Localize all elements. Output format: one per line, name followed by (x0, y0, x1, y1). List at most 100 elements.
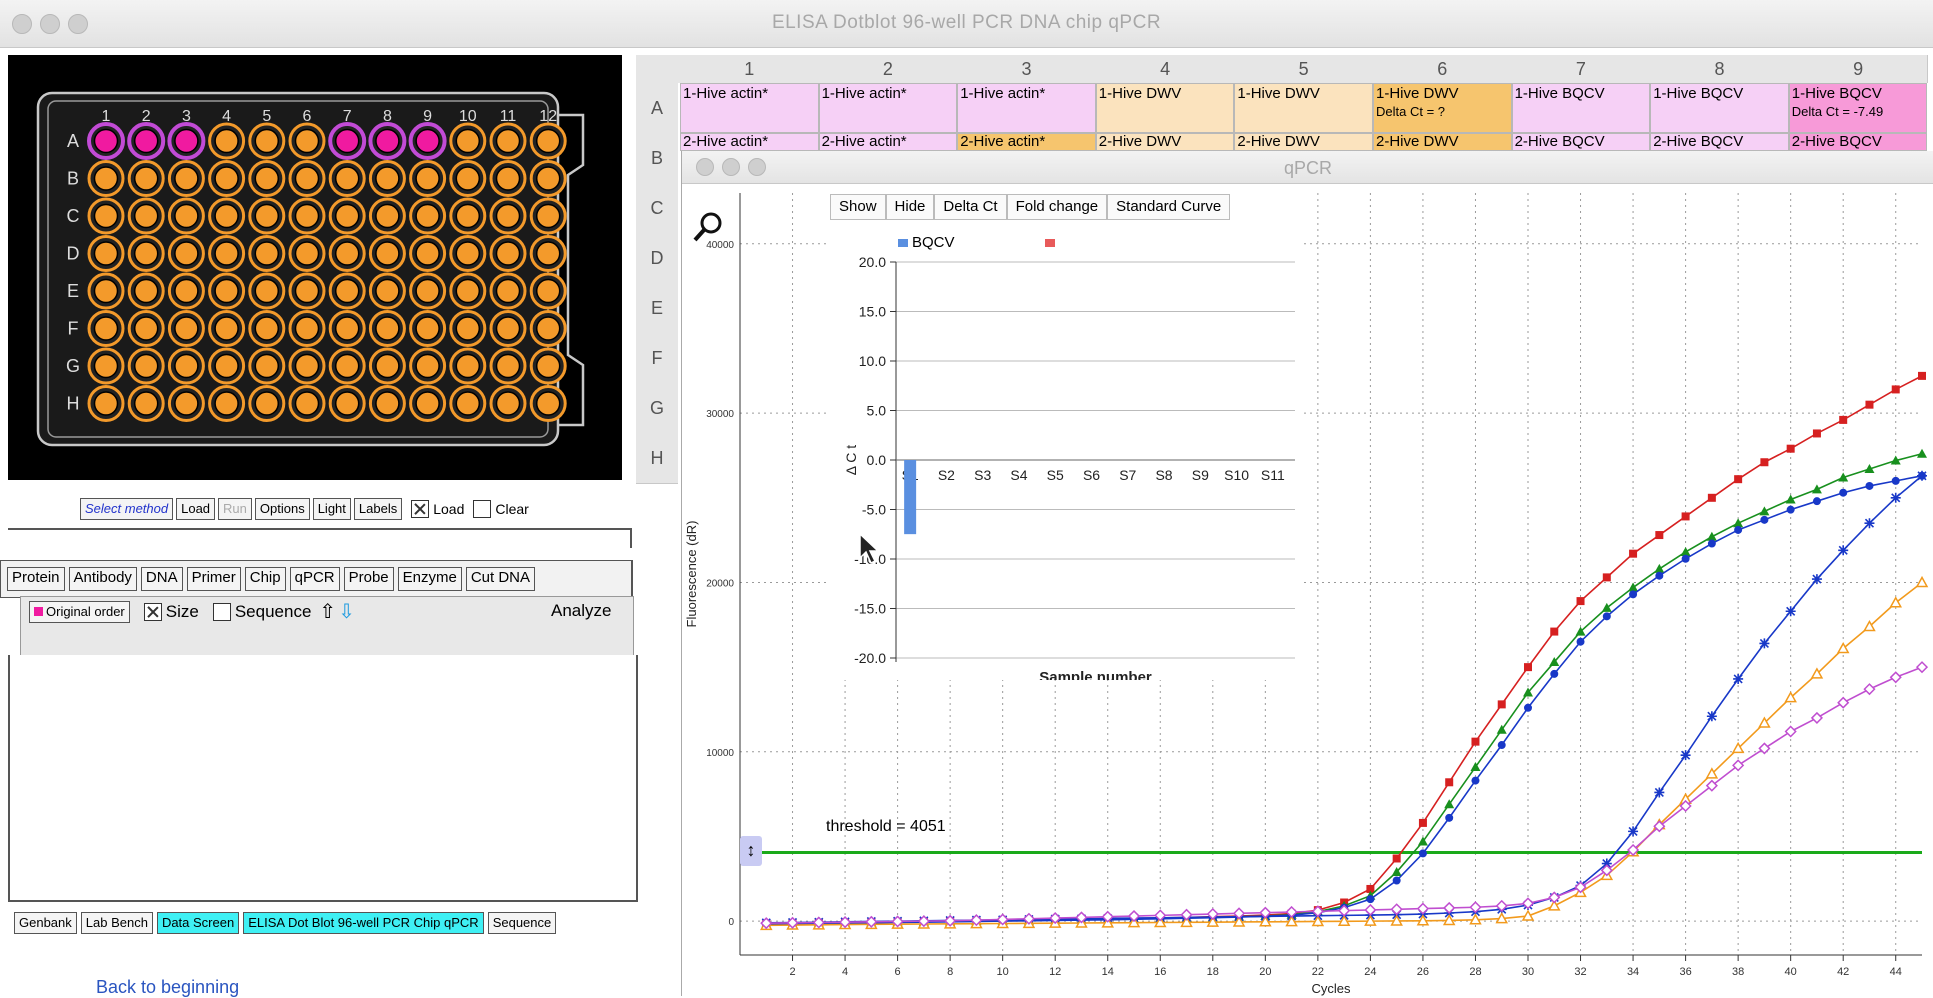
size-checkbox[interactable] (143, 602, 162, 621)
sheet-cell[interactable]: 2-Hive actin* (680, 133, 819, 151)
magnifier-icon[interactable] (691, 209, 727, 245)
inset-y-tick-label: 0.0 (867, 452, 887, 468)
plate-well (167, 235, 205, 272)
arrow-up-icon[interactable]: ⇧ (319, 599, 336, 624)
category-button-enzyme[interactable]: Enzyme (397, 567, 462, 591)
lab-bench-button[interactable]: Lab Bench (80, 912, 153, 934)
arrow-down-icon[interactable]: ⇩ (338, 599, 355, 624)
sequence-checkbox-wrap[interactable]: Sequence ⇧ ⇩ (212, 599, 355, 624)
sheet-column-header[interactable]: 3 (957, 55, 1097, 83)
tab-standard-curve[interactable]: Standard Curve (1107, 194, 1231, 220)
clear-checkbox-wrap[interactable]: Clear (473, 500, 529, 518)
plate-well (449, 197, 487, 235)
sheet-column-header[interactable]: 4 (1095, 55, 1236, 83)
sheet-cell[interactable]: 2-Hive DWV (1234, 133, 1373, 151)
sheet-column-header[interactable]: 5 (1234, 55, 1374, 83)
plate-well (449, 122, 487, 160)
plate-row-label: H (67, 394, 80, 414)
sheet-row-header[interactable]: C (636, 183, 678, 234)
analyze-button[interactable]: Analyze (551, 601, 611, 621)
sheet-column-header[interactable]: 7 (1511, 55, 1652, 83)
sheet-column-header[interactable]: 8 (1650, 55, 1790, 83)
sheet-cell[interactable]: 1-Hive BQCV (1650, 83, 1789, 133)
category-button-probe[interactable]: Probe (343, 567, 394, 591)
sheet-cell[interactable]: 2-Hive actin* (818, 133, 958, 151)
sheet-row-header[interactable]: F (636, 333, 678, 384)
cell-text: 1-Hive actin* (960, 85, 1046, 102)
category-button-cut-dna[interactable]: Cut DNA (465, 567, 536, 591)
threshold-drag-handle-icon[interactable]: ↕ (740, 836, 762, 866)
clear-checkbox[interactable] (473, 500, 492, 518)
plate-well (489, 160, 527, 197)
sheet-cell[interactable]: 1-Hive actin* (680, 83, 819, 133)
tab-delta-ct[interactable]: Delta Ct (934, 194, 1007, 220)
tab-fold-change[interactable]: Fold change (1006, 194, 1108, 220)
delta-ct-panel: Show Hide Delta Ct Fold change Standard Curv… (830, 190, 1300, 680)
sheet-cell[interactable]: 2-Hive DWV (1095, 133, 1235, 151)
data-screen-button[interactable]: Data Screen (156, 912, 240, 934)
well-fill (93, 203, 119, 229)
category-button-primer[interactable]: Primer (186, 567, 241, 591)
run-button[interactable]: Run (218, 498, 252, 520)
sheet-row-header[interactable]: G (636, 383, 678, 434)
sheet-cell[interactable]: 2-Hive DWV (1373, 133, 1512, 151)
load-checkbox-wrap[interactable]: Load (411, 500, 464, 518)
category-button-antibody[interactable]: Antibody (68, 567, 137, 591)
sheet-row-header[interactable]: H (636, 433, 678, 484)
sheet-cell[interactable]: 1-Hive DWV (1234, 83, 1373, 133)
sheet-row-header[interactable]: D (636, 233, 678, 284)
x-tick-label: 34 (1627, 966, 1639, 978)
sheet-row-header[interactable]: B (636, 133, 678, 184)
sheet-cell[interactable]: 2-Hive actin* (957, 133, 1096, 151)
data-point (1445, 813, 1454, 822)
options-button[interactable]: Options (254, 498, 310, 520)
sheet-cell[interactable]: 2-Hive BQCV (1650, 133, 1789, 151)
sheet-column-header[interactable]: 1 (680, 55, 820, 83)
sheet-cell[interactable]: 2-Hive BQCV (1788, 133, 1928, 151)
plate-well (288, 235, 326, 272)
sheet-row-header[interactable]: E (636, 283, 678, 334)
tab-hide[interactable]: Hide (885, 194, 935, 220)
sheet-cell[interactable]: 1-Hive BQCV Delta Ct = -7.49 (1788, 83, 1928, 133)
load-button[interactable]: Load (176, 498, 216, 520)
back-to-beginning-link[interactable]: Back to beginning (96, 977, 239, 998)
plate-well (328, 272, 366, 310)
plate-well (248, 347, 286, 385)
tab-show[interactable]: Show (830, 194, 886, 220)
sheet-cell[interactable]: 1-Hive actin* (818, 83, 958, 133)
sequence-checkbox[interactable] (212, 602, 231, 621)
sheet-column-header[interactable]: 9 (1788, 55, 1929, 83)
plate-well (449, 310, 487, 347)
load-checkbox[interactable] (411, 500, 430, 518)
assay-tabs-button[interactable]: ELISA Dot Blot 96-well PCR Chip qPCR (243, 912, 484, 934)
sequence-button[interactable]: Sequence (487, 912, 557, 934)
sheet-row-header[interactable]: A (636, 83, 678, 134)
well-fill (415, 203, 440, 229)
well-fill (415, 391, 440, 416)
data-point (1891, 476, 1900, 485)
category-button-protein[interactable]: Protein (7, 567, 65, 591)
plate-row-label: C (67, 206, 80, 226)
sheet-cell[interactable]: 1-Hive actin* (957, 83, 1096, 133)
original-order-button[interactable]: Original order (29, 600, 130, 623)
data-point (1602, 612, 1611, 621)
plate-well (368, 122, 407, 160)
sheet-column-header[interactable]: 2 (818, 55, 959, 83)
category-button-chip[interactable]: Chip (244, 567, 286, 591)
item-list-area[interactable] (8, 655, 638, 902)
sheet-cell[interactable]: 1-Hive DWV (1095, 83, 1235, 133)
labels-button[interactable]: Labels (353, 498, 403, 520)
category-button-qpcr[interactable]: qPCR (289, 567, 340, 591)
sheet-cell[interactable]: 1-Hive DWV Delta Ct = ? (1373, 83, 1512, 133)
sheet-cell[interactable]: 1-Hive BQCV (1511, 83, 1651, 133)
light-button[interactable]: Light (312, 498, 351, 520)
sheet-column-header[interactable]: 6 (1373, 55, 1513, 83)
category-button-dna[interactable]: DNA (140, 567, 183, 591)
data-point (1891, 385, 1900, 394)
sheet-cell[interactable]: 2-Hive BQCV (1511, 133, 1651, 151)
plate-well (127, 385, 165, 422)
select-method-button[interactable]: Select method (80, 498, 174, 520)
x-tick-label: 12 (1049, 966, 1061, 978)
size-checkbox-wrap[interactable]: Size (143, 602, 199, 622)
genbank-button[interactable]: Genbank (14, 912, 77, 934)
